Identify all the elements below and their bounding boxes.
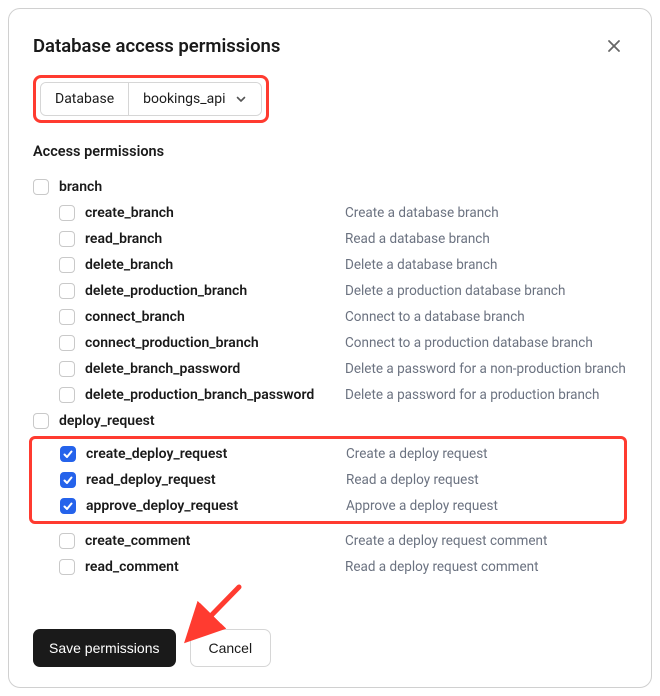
permission-name: read_comment	[85, 559, 335, 575]
section-heading: Access permissions	[33, 143, 627, 160]
permission-name: connect_production_branch	[85, 335, 335, 351]
permission-checkbox-connect_production_branch[interactable]	[59, 335, 75, 351]
group-checkbox-branch[interactable]	[33, 179, 49, 195]
chevron-down-icon	[235, 93, 247, 105]
permission-description: Create a deploy request	[346, 446, 488, 462]
permission-name: create_deploy_request	[86, 446, 336, 462]
permission-description: Delete a password for a non-production b…	[345, 361, 626, 377]
permission-row: delete_production_branch_password Delete …	[33, 382, 627, 408]
permission-row: read_branch Read a database branch	[33, 226, 627, 252]
permission-description: Create a database branch	[345, 205, 499, 221]
permission-description: Approve a deploy request	[346, 498, 498, 514]
permission-row: create_comment Create a deploy request co…	[33, 528, 627, 554]
permission-description: Delete a database branch	[345, 257, 497, 273]
cancel-button[interactable]: Cancel	[190, 629, 272, 667]
database-selected-name: bookings_api	[143, 91, 225, 107]
permission-name: delete_branch	[85, 257, 335, 273]
permission-row: delete_branch_password Delete a password …	[33, 356, 627, 382]
permissions-modal: Database access permissions Database boo…	[8, 8, 652, 688]
permissions-list: branch create_branch Create a database bra…	[33, 174, 627, 580]
permission-row: read_comment Read a deploy request commen…	[33, 554, 627, 580]
permission-checkbox-create_branch[interactable]	[59, 205, 75, 221]
modal-title: Database access permissions	[33, 35, 280, 57]
permission-checkbox-read_comment[interactable]	[59, 559, 75, 575]
permission-name: read_branch	[85, 231, 335, 247]
close-icon	[605, 37, 623, 55]
permission-group-label: deploy_request	[59, 413, 155, 429]
database-selector-highlight: Database bookings_api	[33, 75, 269, 123]
permission-description: Connect to a database branch	[345, 309, 525, 325]
highlight-box: create_deploy_request Create a deploy req…	[29, 436, 627, 524]
permission-group-row: deploy_request	[33, 408, 627, 434]
permission-row: connect_production_branch Connect to a pr…	[33, 330, 627, 356]
permission-description: Connect to a production database branch	[345, 335, 593, 351]
permission-description: Delete a production database branch	[345, 283, 565, 299]
permission-checkbox-connect_branch[interactable]	[59, 309, 75, 325]
save-button[interactable]: Save permissions	[33, 629, 176, 667]
permission-group-label: branch	[59, 179, 102, 195]
permission-name: create_comment	[85, 533, 335, 549]
permission-name: delete_production_branch	[85, 283, 335, 299]
database-selector-label: Database	[41, 83, 129, 115]
modal-footer: Save permissions Cancel	[33, 629, 271, 667]
permission-name: approve_deploy_request	[86, 498, 336, 514]
permission-row: delete_branch Delete a database branch	[33, 252, 627, 278]
close-button[interactable]	[601, 33, 627, 59]
permission-description: Read a database branch	[345, 231, 490, 247]
permission-row: read_deploy_request Read a deploy request	[34, 467, 622, 493]
permission-checkbox-read_branch[interactable]	[59, 231, 75, 247]
permission-description: Read a deploy request comment	[345, 559, 539, 575]
permission-checkbox-read_deploy_request[interactable]	[60, 472, 76, 488]
permission-checkbox-delete_production_branch_password[interactable]	[59, 387, 75, 403]
permission-description: Create a deploy request comment	[345, 533, 547, 549]
permission-row: connect_branch Connect to a database bran…	[33, 304, 627, 330]
permission-description: Read a deploy request	[346, 472, 479, 488]
permission-name: delete_branch_password	[85, 361, 335, 377]
group-checkbox-deploy_request[interactable]	[33, 413, 49, 429]
permission-name: create_branch	[85, 205, 335, 221]
permission-checkbox-delete_production_branch[interactable]	[59, 283, 75, 299]
permission-row: create_deploy_request Create a deploy req…	[34, 441, 622, 467]
permission-checkbox-delete_branch[interactable]	[59, 257, 75, 273]
database-selector: Database bookings_api	[40, 82, 262, 116]
permission-row: approve_deploy_request Approve a deploy r…	[34, 493, 622, 519]
permission-row: delete_production_branch Delete a product…	[33, 278, 627, 304]
modal-header: Database access permissions	[33, 33, 627, 59]
permission-checkbox-create_deploy_request[interactable]	[60, 446, 76, 462]
permission-name: connect_branch	[85, 309, 335, 325]
permission-row: create_branch Create a database branch	[33, 200, 627, 226]
permission-checkbox-delete_branch_password[interactable]	[59, 361, 75, 377]
permission-name: read_deploy_request	[86, 472, 336, 488]
permission-description: Delete a password for a production branc…	[345, 387, 599, 403]
database-selector-value[interactable]: bookings_api	[129, 83, 261, 115]
permission-group-row: branch	[33, 174, 627, 200]
permission-checkbox-approve_deploy_request[interactable]	[60, 498, 76, 514]
permission-checkbox-create_comment[interactable]	[59, 533, 75, 549]
permission-name: delete_production_branch_password	[85, 387, 335, 403]
